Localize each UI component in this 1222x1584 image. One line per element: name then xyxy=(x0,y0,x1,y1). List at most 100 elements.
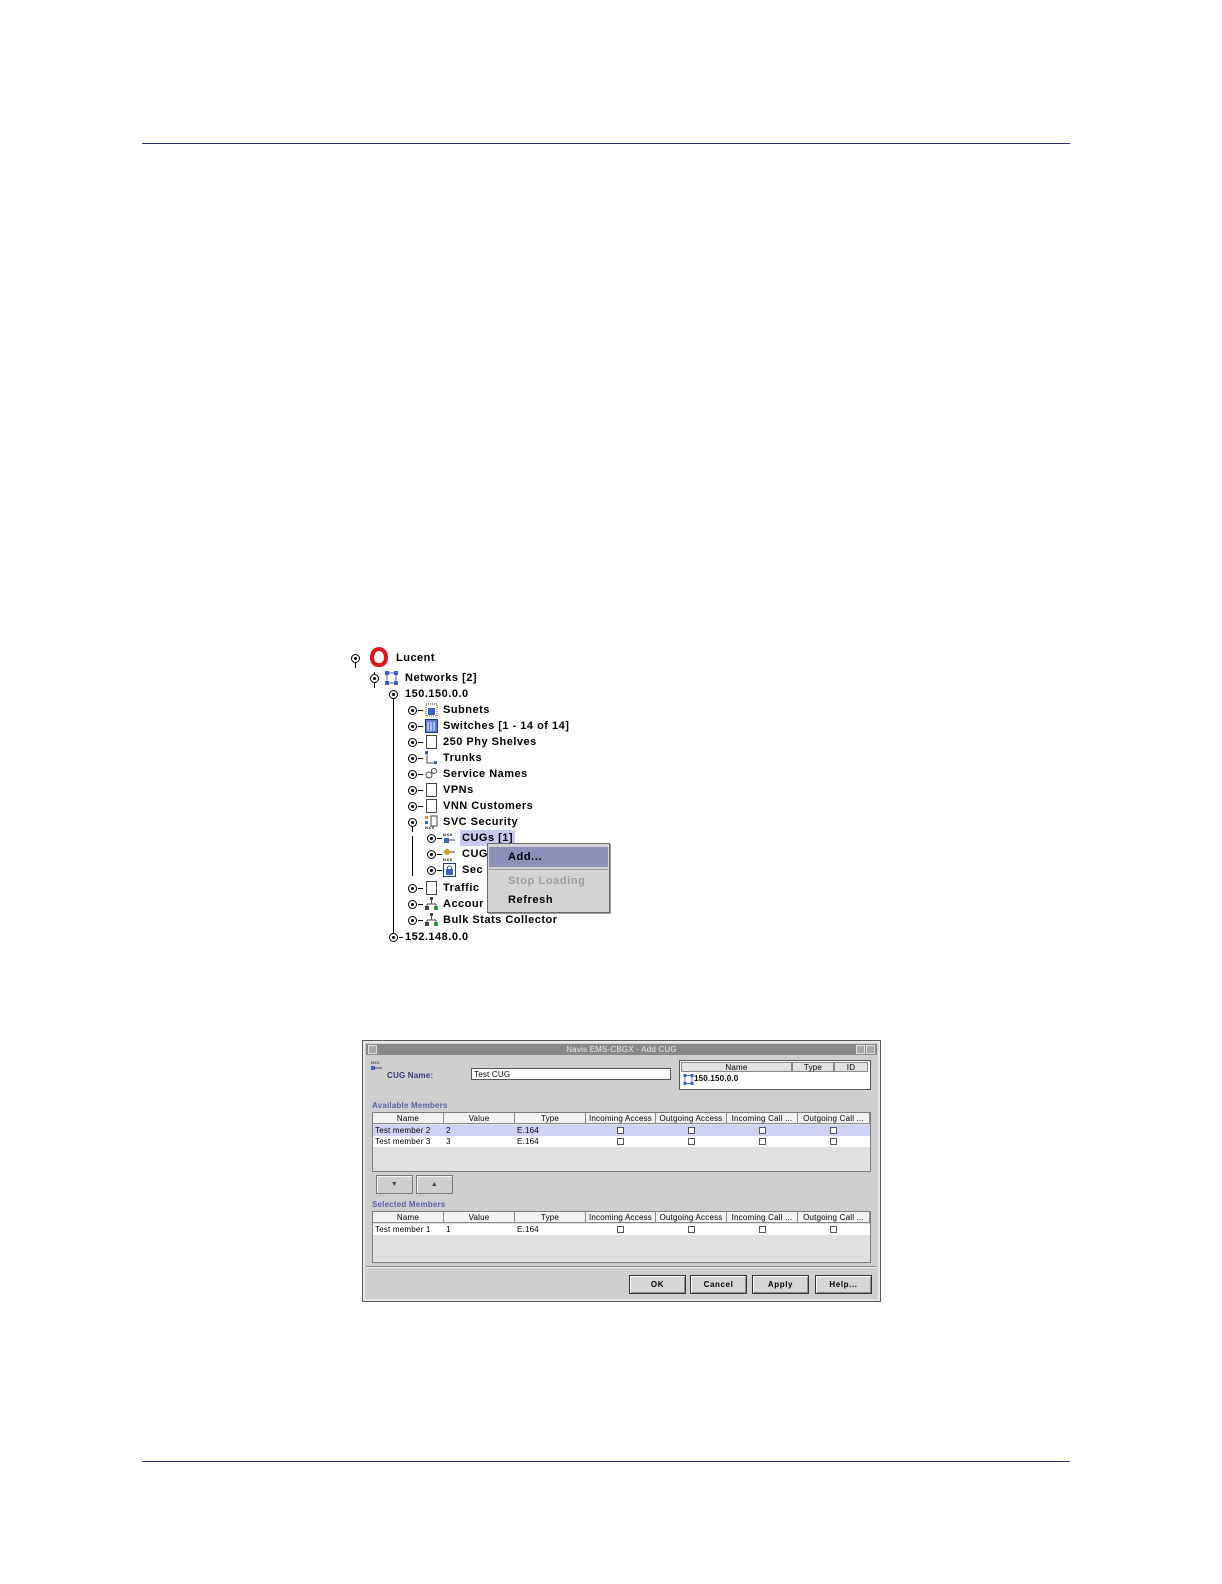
service-names-icon xyxy=(425,768,437,779)
shelves-icon xyxy=(426,735,437,749)
collapse-toggle-icon[interactable] xyxy=(389,933,398,942)
collapse-toggle-icon[interactable] xyxy=(408,722,417,731)
column-header-name[interactable]: Name xyxy=(681,1062,792,1072)
tree-label: 150.150.0.0 xyxy=(405,688,469,700)
outgoing-call-checkbox[interactable] xyxy=(830,1226,837,1233)
tree-label: 250 Phy Shelves xyxy=(443,736,537,748)
svc-security-icon: NXX xyxy=(425,815,438,829)
column-header-id[interactable]: ID xyxy=(834,1062,868,1072)
vpns-icon xyxy=(426,783,437,797)
collapse-toggle-icon[interactable] xyxy=(427,834,436,843)
collapse-toggle-icon[interactable] xyxy=(408,754,417,763)
tree-line xyxy=(412,836,413,876)
footer-rule xyxy=(142,1461,1070,1462)
incoming-call-checkbox[interactable] xyxy=(759,1226,766,1233)
cug-name-input[interactable]: Test CUG xyxy=(471,1068,671,1080)
tree-label: CUG xyxy=(462,848,488,860)
column-header[interactable]: Value xyxy=(444,1113,515,1124)
dialog-title-bar[interactable]: Navis EMS-CBGX - Add CUG xyxy=(366,1044,877,1055)
column-header[interactable]: Value xyxy=(444,1212,515,1223)
tree-label: VPNs xyxy=(443,784,474,796)
menu-item-refresh[interactable]: Refresh xyxy=(489,890,608,910)
column-header[interactable]: Name xyxy=(373,1113,444,1124)
network-row[interactable]: 150.150.0.0 xyxy=(694,1074,738,1083)
collapse-toggle-icon[interactable] xyxy=(408,802,417,811)
outgoing-access-checkbox[interactable] xyxy=(688,1127,695,1134)
minimize-icon[interactable] xyxy=(856,1045,865,1054)
tree-label: VNN Customers xyxy=(443,800,534,812)
collapse-toggle-icon[interactable] xyxy=(408,916,417,925)
column-header[interactable]: Incoming Access xyxy=(586,1113,656,1124)
column-header[interactable]: Outgoing Call ... xyxy=(798,1113,870,1124)
maximize-icon[interactable] xyxy=(866,1045,875,1054)
svg-text:NXX: NXX xyxy=(371,1060,380,1065)
table-row[interactable]: Test member 1 1 E.164 xyxy=(373,1224,870,1235)
traffic-icon xyxy=(426,881,437,895)
incoming-call-checkbox[interactable] xyxy=(759,1127,766,1134)
context-menu: Add... Stop Loading Refresh xyxy=(487,843,610,913)
menu-item-stop-loading[interactable]: Stop Loading xyxy=(489,871,608,891)
column-header[interactable]: Outgoing Call ... xyxy=(798,1212,870,1223)
menu-item-add[interactable]: Add... xyxy=(489,847,608,867)
outgoing-call-checkbox[interactable] xyxy=(830,1138,837,1145)
cell-type: E.164 xyxy=(517,1137,539,1146)
column-header[interactable]: Name xyxy=(373,1212,444,1223)
cug-icon: NXX xyxy=(371,1060,382,1070)
network-icon xyxy=(683,1074,694,1085)
column-header[interactable]: Outgoing Access xyxy=(656,1212,727,1223)
help-button[interactable]: Help... xyxy=(815,1275,872,1294)
collapse-toggle-icon[interactable] xyxy=(408,884,417,893)
collapse-toggle-icon[interactable] xyxy=(408,770,417,779)
collapse-toggle-icon[interactable] xyxy=(408,900,417,909)
cancel-button[interactable]: Cancel xyxy=(690,1275,747,1294)
column-header-type[interactable]: Type xyxy=(792,1062,834,1072)
collapse-toggle-icon[interactable] xyxy=(408,706,417,715)
lucent-logo-icon xyxy=(370,647,388,667)
network-table[interactable]: Name Type ID 150.150.0.0 xyxy=(679,1060,871,1090)
column-header[interactable]: Outgoing Access xyxy=(656,1113,727,1124)
tree-label: Accour xyxy=(443,898,484,910)
column-header[interactable]: Incoming Access xyxy=(586,1212,656,1223)
available-members-table[interactable]: Name Value Type Incoming Access Outgoing… xyxy=(372,1112,871,1172)
collapse-toggle-icon[interactable] xyxy=(427,866,436,875)
outgoing-access-checkbox[interactable] xyxy=(688,1226,695,1233)
table-row[interactable]: Test member 2 2 E.164 xyxy=(373,1125,870,1136)
cell-name: Test member 1 xyxy=(375,1225,431,1234)
incoming-access-checkbox[interactable] xyxy=(617,1226,624,1233)
dialog-title: Navis EMS-CBGX - Add CUG xyxy=(566,1045,677,1054)
cell-type: E.164 xyxy=(517,1225,539,1234)
ok-button[interactable]: OK xyxy=(629,1275,686,1294)
move-down-button[interactable]: ▼ xyxy=(376,1175,413,1194)
column-header[interactable]: Type xyxy=(515,1113,586,1124)
vnn-customers-icon xyxy=(426,799,437,813)
collapse-toggle-icon[interactable] xyxy=(427,850,436,859)
selected-members-table[interactable]: Name Value Type Incoming Access Outgoing… xyxy=(372,1211,871,1263)
apply-button[interactable]: Apply xyxy=(752,1275,809,1294)
tree-label: Sec xyxy=(462,864,484,876)
move-up-button[interactable]: ▲ xyxy=(416,1175,453,1194)
tree-label: Service Names xyxy=(443,768,528,780)
hierarchy-icon xyxy=(425,897,438,910)
cell-value: 3 xyxy=(446,1137,451,1146)
incoming-access-checkbox[interactable] xyxy=(617,1138,624,1145)
dialog-separator xyxy=(366,1266,877,1267)
window-menu-icon[interactable] xyxy=(368,1045,377,1054)
cell-name: Test member 3 xyxy=(375,1137,431,1146)
tree-label: SVC Security xyxy=(443,816,519,828)
incoming-call-checkbox[interactable] xyxy=(759,1138,766,1145)
svg-text:NXX: NXX xyxy=(425,825,435,829)
column-header[interactable]: Incoming Call ... xyxy=(727,1212,798,1223)
column-header[interactable]: Type xyxy=(515,1212,586,1223)
incoming-access-checkbox[interactable] xyxy=(617,1127,624,1134)
tree-label: Networks [2] xyxy=(405,672,478,684)
outgoing-access-checkbox[interactable] xyxy=(688,1138,695,1145)
switches-icon xyxy=(425,719,438,733)
table-row[interactable]: Test member 3 3 E.164 xyxy=(373,1136,870,1147)
column-header[interactable]: Incoming Call ... xyxy=(727,1113,798,1124)
outgoing-call-checkbox[interactable] xyxy=(830,1127,837,1134)
header-rule xyxy=(142,143,1070,144)
cell-name: Test member 2 xyxy=(375,1126,431,1135)
collapse-toggle-icon[interactable] xyxy=(408,786,417,795)
cugs-icon: NXX xyxy=(443,832,455,843)
collapse-toggle-icon[interactable] xyxy=(408,738,417,747)
